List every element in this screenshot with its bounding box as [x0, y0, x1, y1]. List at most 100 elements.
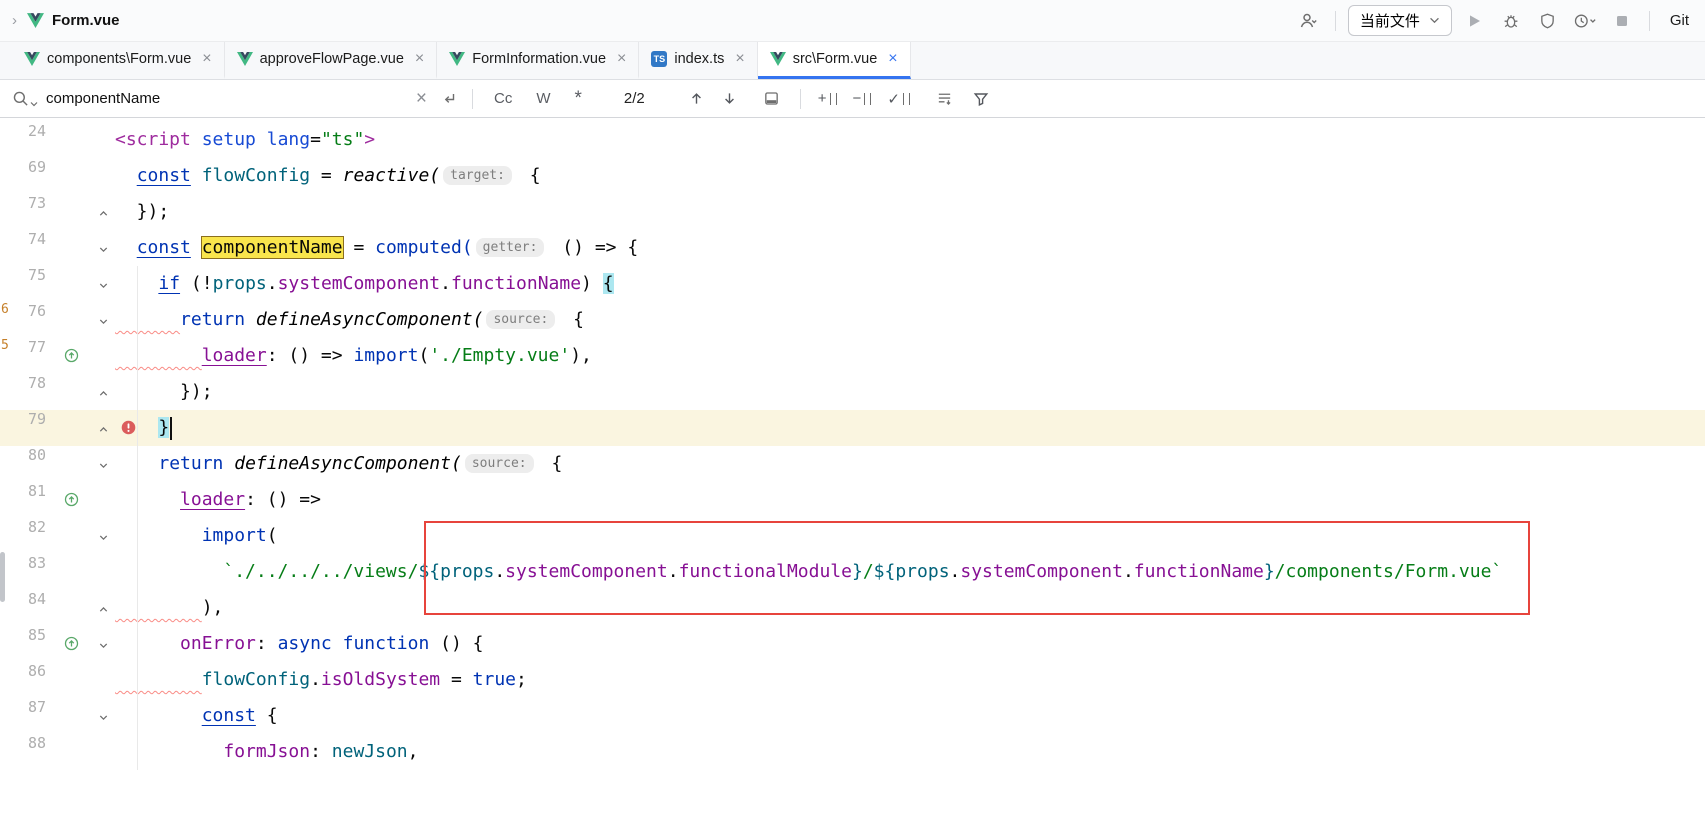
code-text: if (!props.systemComponent.functionName)…	[115, 266, 614, 302]
line-number[interactable]: 81	[0, 482, 46, 500]
code-token	[191, 165, 202, 186]
fold-icon[interactable]	[98, 386, 109, 404]
code-token: flowConfig	[202, 165, 310, 186]
editor-tab[interactable]: TSindex.ts×	[639, 42, 757, 79]
tab-close-icon[interactable]: ×	[200, 51, 213, 67]
line-number[interactable]: 83	[0, 554, 46, 572]
editor-tab[interactable]: FormInformation.vue×	[437, 42, 639, 79]
code-token: (	[267, 525, 278, 546]
tab-close-icon[interactable]: ×	[733, 51, 746, 67]
plus-glyph: +	[818, 90, 827, 107]
code-editor[interactable]: 24<script setup lang="ts">69 const flowC…	[0, 118, 1705, 780]
select-all-occurrences-icon[interactable]: ✓	[883, 90, 914, 108]
run-configuration-dropdown[interactable]: 当前文件	[1348, 5, 1452, 36]
line-number[interactable]: 87	[0, 698, 46, 716]
gutter-arrow-icon[interactable]	[64, 636, 79, 656]
tab-close-icon[interactable]: ×	[886, 51, 899, 67]
line-number[interactable]: 84	[0, 590, 46, 608]
line-number[interactable]: 80	[0, 446, 46, 464]
code-token: .	[310, 669, 321, 690]
code-text: });	[115, 374, 213, 410]
fold-icon[interactable]	[98, 206, 109, 224]
fold-icon[interactable]	[98, 314, 109, 332]
code-token: defineAsyncComponent(	[256, 309, 484, 330]
whole-words-toggle[interactable]: W	[528, 90, 558, 107]
fold-icon[interactable]	[98, 530, 109, 548]
coverage-button[interactable]	[1533, 7, 1563, 35]
code-line: 84 ),	[0, 590, 1705, 626]
search-input[interactable]: componentName ×	[46, 89, 431, 108]
line-number[interactable]: 73	[0, 194, 46, 212]
line-number[interactable]: 74	[0, 230, 46, 248]
code-line: 73 });	[0, 194, 1705, 230]
regex-toggle[interactable]: *	[567, 88, 590, 110]
profiler-button[interactable]	[1570, 7, 1600, 35]
code-token: =	[310, 165, 343, 186]
line-number[interactable]: 77	[0, 338, 46, 356]
scroll-thumb[interactable]	[0, 552, 5, 602]
code-token	[115, 237, 137, 258]
code-line: 577 loader: () => import('./Empty.vue'),	[0, 338, 1705, 374]
fold-icon[interactable]	[98, 458, 109, 476]
code-text: const {	[115, 698, 278, 734]
fold-icon[interactable]	[98, 710, 109, 728]
caret-bars-glyph	[903, 93, 910, 105]
user-menu-button[interactable]	[1293, 7, 1323, 35]
code-text: const componentName = computed(getter: (…	[115, 230, 638, 266]
line-number[interactable]: 78	[0, 374, 46, 392]
match-case-toggle[interactable]: Cc	[486, 90, 520, 107]
line-number[interactable]: 86	[0, 662, 46, 680]
line-number[interactable]: 82	[0, 518, 46, 536]
line-number[interactable]: 24	[0, 122, 46, 140]
exclude-lines-icon[interactable]	[934, 90, 955, 107]
code-token: props	[440, 561, 494, 582]
tab-close-icon[interactable]: ×	[615, 51, 628, 67]
previous-occurrence-icon[interactable]	[687, 91, 706, 106]
clear-search-icon[interactable]: ×	[412, 89, 431, 108]
code-token: =	[310, 129, 321, 150]
tab-close-icon[interactable]: ×	[413, 51, 426, 67]
code-token: const	[137, 165, 191, 186]
divider	[1649, 11, 1650, 31]
fold-icon[interactable]	[98, 602, 109, 620]
code-token: lang	[267, 129, 310, 150]
line-number[interactable]: 76	[0, 302, 46, 320]
editor-tab[interactable]: components\Form.vue×	[12, 42, 225, 79]
editor-tab[interactable]: approveFlowPage.vue×	[225, 42, 438, 79]
stop-button[interactable]	[1607, 7, 1637, 35]
chevron-down-icon	[1429, 17, 1440, 24]
line-number[interactable]: 85	[0, 626, 46, 644]
code-token: systemComponent	[278, 273, 441, 294]
newline-icon[interactable]	[439, 91, 459, 107]
git-widget[interactable]: Git	[1670, 12, 1689, 29]
add-occurrence-icon[interactable]: +	[814, 90, 841, 107]
fold-icon[interactable]	[98, 278, 109, 296]
caret-bars-glyph	[830, 93, 837, 105]
code-token	[223, 453, 234, 474]
run-button[interactable]	[1459, 7, 1489, 35]
code-line: 85 onError: async function () {	[0, 626, 1705, 662]
remove-occurrence-icon[interactable]: −	[849, 90, 876, 107]
fold-icon[interactable]	[98, 422, 109, 440]
search-in-selection-icon[interactable]	[761, 90, 782, 107]
search-query[interactable]: componentName	[46, 90, 160, 107]
code-token: functionalModule	[679, 561, 852, 582]
filter-icon[interactable]	[971, 91, 991, 107]
code-line: 86 flowConfig.isOldSystem = true;	[0, 662, 1705, 698]
search-icon[interactable]	[12, 90, 38, 107]
gutter-arrow-icon[interactable]	[64, 348, 79, 368]
gutter-arrow-icon[interactable]	[64, 492, 79, 512]
line-number[interactable]: 88	[0, 734, 46, 752]
fold-icon[interactable]	[98, 242, 109, 260]
ide-window: › Form.vue 当前文件	[0, 0, 1705, 820]
code-token: )	[581, 273, 603, 294]
code-token: if	[158, 273, 180, 294]
next-occurrence-icon[interactable]	[720, 91, 739, 106]
line-number[interactable]: 75	[0, 266, 46, 284]
fold-icon[interactable]	[98, 638, 109, 656]
find-bar: componentName × Cc W * 2/2 + −	[0, 80, 1705, 118]
editor-tab[interactable]: src\Form.vue×	[758, 42, 911, 79]
debug-button[interactable]	[1496, 7, 1526, 35]
line-number[interactable]: 69	[0, 158, 46, 176]
line-number[interactable]: 79	[0, 410, 46, 428]
